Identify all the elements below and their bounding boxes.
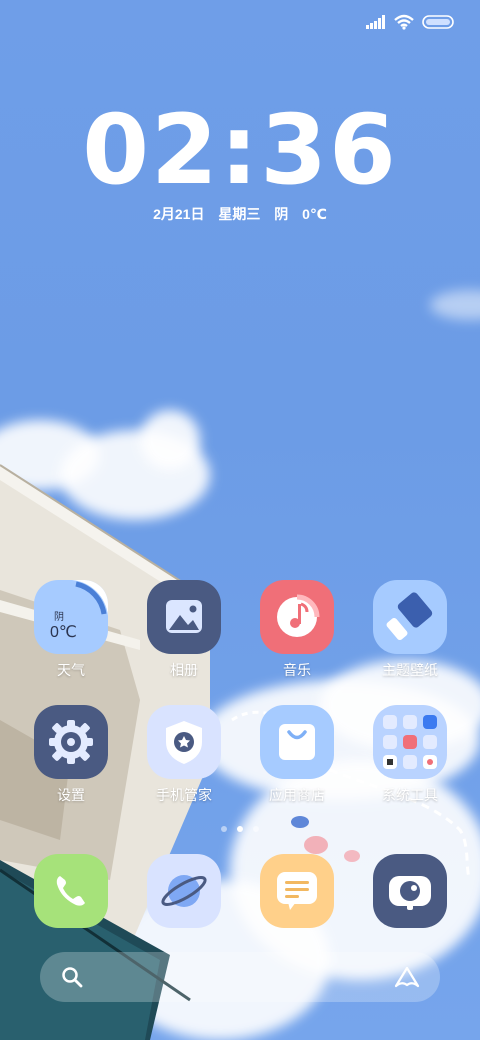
date-text: 2月21日 [153,206,205,222]
dock-phone[interactable] [21,854,121,928]
browser-icon [147,854,221,928]
app-label: 相册 [170,662,198,678]
dock-browser[interactable] [134,854,234,928]
dock-camera[interactable] [360,854,460,928]
app-label: 音乐 [283,662,311,678]
camera-icon [373,854,447,928]
signal-icon [366,15,385,29]
app-label: 系统工具 [382,787,438,803]
weather-text: 阴 [274,206,289,222]
date-line[interactable]: 2月21日 星期三 阴 0℃ [0,204,480,224]
app-label: 手机管家 [156,787,212,803]
search-bar[interactable] [40,952,440,1002]
weather-widget-temperature: 0℃ [50,624,77,641]
app-themes[interactable]: 主题壁纸 [360,580,460,680]
app-label: 天气 [57,662,85,678]
app-label: 设置 [57,787,85,803]
messages-icon [260,854,334,928]
app-settings[interactable]: 设置 [21,705,121,805]
assistant-icon[interactable] [392,965,422,989]
weekday-text: 星期三 [218,206,261,222]
temperature-text: 0℃ [302,206,327,222]
security-icon [147,705,221,779]
app-security[interactable]: 手机管家 [134,705,234,805]
phone-icon [34,854,108,928]
folder-icon [373,705,447,779]
wifi-icon [394,14,414,30]
music-icon [260,580,334,654]
settings-icon [34,705,108,779]
status-bar [366,12,454,32]
weather-widget-condition: 阴 [54,612,64,623]
weather-icon: 阴 0℃ [34,580,108,654]
app-label: 应用商店 [269,787,325,803]
app-music[interactable]: 音乐 [247,580,347,680]
dock-messages[interactable] [247,854,347,928]
page-dot-active[interactable] [237,826,243,832]
gallery-icon [147,580,221,654]
folder-system-tools[interactable]: 系统工具 [360,705,460,805]
page-dot[interactable] [253,826,259,832]
app-store-icon [260,705,334,779]
page-dot[interactable] [221,826,227,832]
search-icon[interactable] [60,965,84,989]
battery-icon [422,15,454,29]
app-store[interactable]: 应用商店 [247,705,347,805]
app-gallery[interactable]: 相册 [134,580,234,680]
themes-icon [373,580,447,654]
clock[interactable]: 02:36 [0,96,480,204]
app-weather[interactable]: 阴 0℃ 天气 [21,580,121,680]
app-label: 主题壁纸 [382,662,438,678]
page-indicator[interactable] [0,826,480,832]
